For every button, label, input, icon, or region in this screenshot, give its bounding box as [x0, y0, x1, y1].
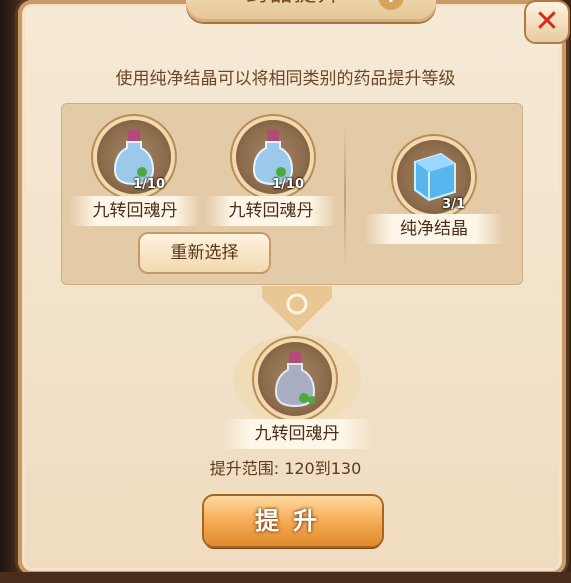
- material-name: 九转回魂丹: [206, 196, 336, 226]
- bottom-frame: [0, 572, 571, 583]
- result-name: 九转回魂丹: [222, 419, 372, 449]
- material-quantity: 1/10: [133, 177, 165, 192]
- potion-bottle-icon: [274, 352, 316, 408]
- material-quantity: 1/10: [272, 177, 304, 192]
- close-icon: ✕: [534, 4, 560, 39]
- reselect-button[interactable]: 重新选择: [140, 234, 269, 272]
- upgrade-range: 提升范围: 120到130: [209, 459, 362, 478]
- slot-divider: [344, 125, 346, 267]
- material-slot-1[interactable]: 1/10: [97, 120, 171, 194]
- crystal-slot[interactable]: 3/1: [397, 140, 471, 214]
- dialog-title: 药品提升: [246, 0, 342, 8]
- dialog-description: 使用纯净结晶可以将相同类别的药品提升等级: [115, 69, 456, 89]
- crystal-quantity: 3/1: [442, 197, 465, 212]
- result-slot: [258, 342, 332, 416]
- material-name: 九转回魂丹: [70, 196, 200, 226]
- close-button[interactable]: ✕: [526, 2, 568, 42]
- crystal-name: 纯净结晶: [364, 214, 504, 244]
- upgrade-button[interactable]: 提升: [204, 496, 382, 546]
- material-slot-2[interactable]: 1/10: [236, 120, 310, 194]
- title-ribbon: 药品提升 i: [166, 0, 456, 30]
